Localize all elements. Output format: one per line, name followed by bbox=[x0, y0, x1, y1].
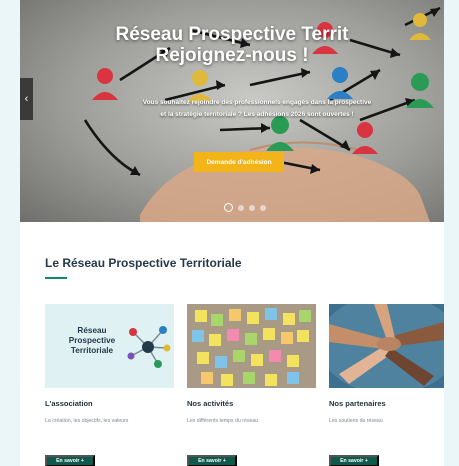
section-title-underline bbox=[45, 277, 67, 279]
read-more-button[interactable]: En savoir + bbox=[329, 455, 379, 466]
card-association: Réseau Prospective Territoriale L'associ… bbox=[45, 304, 174, 466]
card-title: Nos partenaires bbox=[329, 399, 386, 408]
logo-line3: Territoriale bbox=[70, 346, 114, 355]
card-title: L'association bbox=[45, 399, 93, 408]
card-description: Les différents temps du réseau bbox=[187, 418, 259, 424]
slider-dot-2[interactable] bbox=[238, 204, 244, 211]
slider-dots bbox=[224, 203, 266, 212]
section-title: Le Réseau Prospective Territoriale bbox=[45, 256, 242, 270]
slider-dot-4[interactable] bbox=[260, 204, 266, 211]
page: Réseau Prospective Territ Rejoignez-nous… bbox=[20, 0, 444, 466]
hero-title-line1: Réseau Prospective Territ bbox=[115, 24, 349, 45]
read-more-button[interactable]: En savoir + bbox=[187, 455, 237, 466]
card-image-logo: Réseau Prospective Territoriale bbox=[45, 304, 174, 388]
logo-line1: Réseau bbox=[77, 326, 107, 335]
card-partners: Nos partenaires Les soutiens du réseau E… bbox=[329, 304, 444, 466]
stacked-hands-photo bbox=[329, 304, 444, 388]
hero-description: Vous souhaitez rejoindre des professionn… bbox=[112, 97, 402, 121]
card-image-sticky-notes bbox=[187, 304, 316, 388]
slider-prev-button[interactable]: ‹ bbox=[20, 78, 33, 120]
card-activities: Nos activités Les différents temps du ré… bbox=[187, 304, 316, 466]
network-logo: Réseau Prospective Territoriale bbox=[57, 326, 127, 356]
chevron-left-icon: ‹ bbox=[24, 93, 29, 105]
sticky-notes-photo bbox=[187, 304, 316, 388]
read-more-button[interactable]: En savoir + bbox=[45, 455, 95, 466]
slider-dot-3[interactable] bbox=[249, 204, 255, 211]
card-title: Nos activités bbox=[187, 399, 234, 408]
network-graph-icon bbox=[127, 326, 171, 368]
hero-description-line1: Vous souhaitez rejoindre des professionn… bbox=[142, 99, 372, 106]
card-description: La création, les objectifs, les valeurs bbox=[45, 418, 129, 424]
membership-request-button[interactable]: Demande d'adhésion bbox=[194, 152, 284, 172]
card-image-hands bbox=[329, 304, 444, 388]
card-description: Les soutiens du réseau bbox=[329, 418, 383, 424]
logo-line2: Prospective bbox=[68, 336, 116, 345]
hero-description-line2: et la stratégie territoriale ? Les adhés… bbox=[160, 111, 354, 118]
hero-slider: Réseau Prospective Territ Rejoignez-nous… bbox=[20, 0, 444, 222]
hero-title-line2: Rejoignez-nous ! bbox=[155, 45, 309, 66]
slider-dot-1[interactable] bbox=[224, 203, 233, 212]
